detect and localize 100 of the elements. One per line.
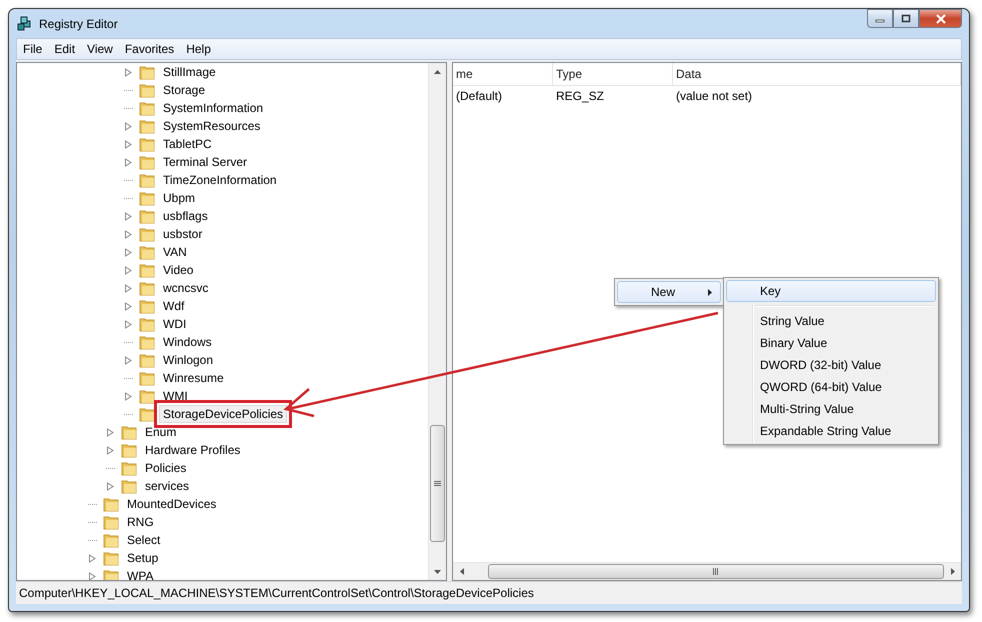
vertical-scrollbar[interactable] bbox=[428, 63, 446, 580]
folder-icon bbox=[139, 118, 155, 134]
folder-icon bbox=[121, 424, 137, 440]
horizontal-scrollbar[interactable] bbox=[453, 562, 961, 580]
maximize-button[interactable] bbox=[893, 9, 919, 28]
folder-icon bbox=[103, 568, 119, 580]
expand-icon[interactable] bbox=[124, 302, 133, 310]
tree-item[interactable]: wcncsvc bbox=[159, 279, 212, 297]
left-arrow-icon bbox=[460, 568, 464, 575]
scroll-thumb[interactable] bbox=[430, 425, 445, 542]
expand-icon[interactable] bbox=[106, 482, 115, 490]
folder-icon bbox=[139, 226, 155, 242]
tree-item[interactable]: StillImage bbox=[159, 63, 220, 81]
tree-item[interactable]: usbstor bbox=[159, 225, 206, 243]
menu-item[interactable]: Favorites bbox=[118, 40, 180, 58]
menu-entry[interactable]: New bbox=[617, 281, 721, 303]
down-arrow-icon bbox=[434, 570, 441, 574]
tree-item[interactable]: Ubpm bbox=[159, 189, 200, 207]
tree-item[interactable]: TabletPC bbox=[159, 135, 216, 153]
scroll-thumb[interactable] bbox=[488, 564, 944, 579]
folder-icon bbox=[139, 190, 155, 206]
folder-icon bbox=[139, 298, 155, 314]
folder-icon bbox=[139, 406, 155, 422]
tree-item[interactable]: TimeZoneInformation bbox=[159, 171, 281, 189]
folder-icon bbox=[121, 442, 137, 458]
tree-item[interactable]: Wdf bbox=[159, 297, 188, 315]
tree-item[interactable]: RNG bbox=[123, 513, 158, 531]
menu-item[interactable]: File bbox=[17, 40, 48, 58]
expand-icon[interactable] bbox=[124, 212, 133, 220]
folder-icon bbox=[139, 172, 155, 188]
tree-item[interactable]: usbflags bbox=[159, 207, 212, 225]
tree-item[interactable]: WMI bbox=[159, 387, 192, 405]
table-cell: REG_SZ bbox=[556, 89, 604, 103]
minimize-button[interactable] bbox=[867, 9, 893, 28]
tree-item[interactable]: Storage bbox=[159, 81, 210, 99]
tree-item[interactable]: services bbox=[141, 477, 194, 495]
menu-entry[interactable]: Binary Value bbox=[726, 332, 936, 354]
column-header[interactable]: me bbox=[456, 67, 473, 81]
tree-item[interactable]: Winlogon bbox=[159, 351, 218, 369]
menu-item[interactable]: Help bbox=[180, 40, 217, 58]
close-button[interactable] bbox=[919, 9, 962, 28]
menu-entry[interactable]: Multi-String Value bbox=[726, 398, 936, 420]
tree-item[interactable]: SystemInformation bbox=[159, 99, 268, 117]
folder-icon bbox=[139, 280, 155, 296]
column-header[interactable]: Data bbox=[676, 67, 702, 81]
expand-icon[interactable] bbox=[106, 446, 115, 454]
table-cell: (value not set) bbox=[676, 89, 752, 103]
close-icon bbox=[934, 14, 946, 24]
tree-item[interactable]: Terminal Server bbox=[159, 153, 252, 171]
folder-icon bbox=[139, 370, 155, 386]
menu-item[interactable]: View bbox=[81, 40, 119, 58]
folder-icon bbox=[139, 100, 155, 116]
folder-icon bbox=[103, 550, 119, 566]
tree-item[interactable]: WDI bbox=[159, 315, 190, 333]
expand-icon[interactable] bbox=[124, 158, 133, 166]
expand-icon[interactable] bbox=[124, 248, 133, 256]
tree-item[interactable]: Enum bbox=[141, 423, 180, 441]
menu-item[interactable]: Edit bbox=[48, 40, 82, 58]
folder-icon bbox=[139, 334, 155, 350]
tree-item[interactable]: SystemResources bbox=[159, 117, 264, 135]
registry-cubes-icon bbox=[17, 16, 33, 32]
menu-entry[interactable]: DWORD (32-bit) Value bbox=[726, 354, 936, 376]
expand-icon[interactable] bbox=[124, 140, 133, 148]
menu-entry[interactable]: Key bbox=[726, 280, 936, 302]
tree-item[interactable]: Video bbox=[159, 261, 198, 279]
tree-item[interactable]: WPA bbox=[123, 567, 158, 580]
expand-icon[interactable] bbox=[88, 554, 97, 562]
tree-item[interactable]: Hardware Profiles bbox=[141, 441, 244, 459]
folder-icon bbox=[121, 460, 137, 476]
menu-entry[interactable]: String Value bbox=[726, 310, 936, 332]
tree-item[interactable]: Policies bbox=[141, 459, 190, 477]
expand-icon[interactable] bbox=[124, 122, 133, 130]
tree-item[interactable]: Setup bbox=[123, 549, 162, 567]
folder-icon bbox=[139, 136, 155, 152]
folder-icon bbox=[139, 154, 155, 170]
right-arrow-icon bbox=[950, 568, 954, 575]
up-arrow-icon bbox=[434, 70, 441, 74]
expand-icon[interactable] bbox=[124, 284, 133, 292]
folder-icon bbox=[103, 532, 119, 548]
expand-icon[interactable] bbox=[124, 230, 133, 238]
folder-icon bbox=[139, 208, 155, 224]
expand-icon[interactable] bbox=[124, 320, 133, 328]
tree-item[interactable]: VAN bbox=[159, 243, 191, 261]
folder-icon bbox=[139, 388, 155, 404]
expand-icon[interactable] bbox=[106, 428, 115, 436]
expand-icon[interactable] bbox=[124, 356, 133, 364]
folder-icon bbox=[139, 64, 155, 80]
expand-icon[interactable] bbox=[124, 68, 133, 76]
tree-item[interactable]: MountedDevices bbox=[123, 495, 220, 513]
status-path: Computer\HKEY_LOCAL_MACHINE\SYSTEM\CurrentControlSet\Control\StorageDevicePolicies bbox=[19, 586, 534, 600]
maximize-icon bbox=[901, 14, 911, 23]
expand-icon[interactable] bbox=[124, 266, 133, 274]
tree-item[interactable]: Select bbox=[123, 531, 164, 549]
column-header[interactable]: Type bbox=[556, 67, 582, 81]
tree-item[interactable]: Windows bbox=[159, 333, 216, 351]
expand-icon[interactable] bbox=[124, 392, 133, 400]
folder-icon bbox=[139, 316, 155, 332]
menu-entry[interactable]: Expandable String Value bbox=[726, 420, 936, 442]
menu-entry[interactable]: QWORD (64-bit) Value bbox=[726, 376, 936, 398]
tree-item[interactable]: Winresume bbox=[159, 369, 228, 387]
